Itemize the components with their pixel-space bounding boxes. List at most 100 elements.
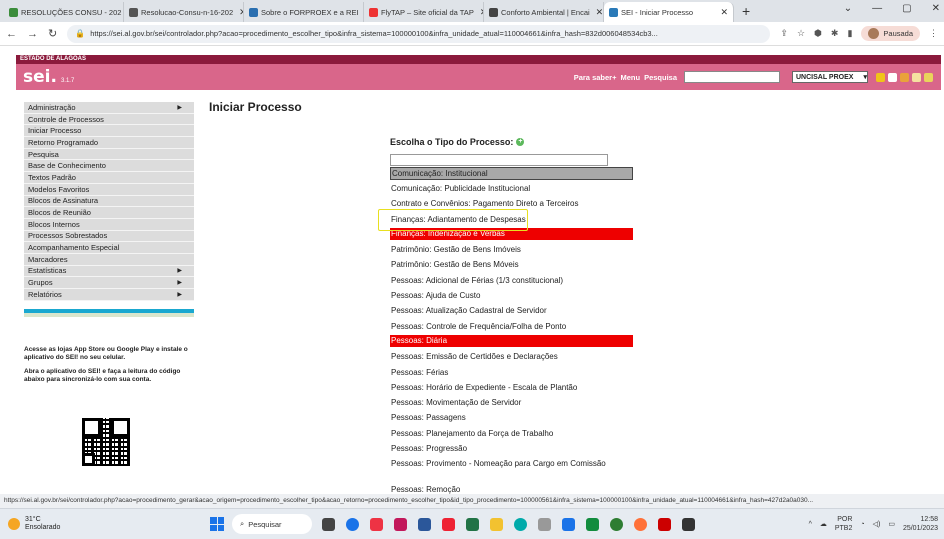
app-icon[interactable] <box>562 517 575 531</box>
share-icon[interactable]: ⇪ <box>780 28 788 39</box>
word-icon[interactable] <box>418 517 431 531</box>
process-type-option[interactable]: Pessoas: Progressão <box>390 442 650 457</box>
taskbar-search[interactable]: ⌕ Pesquisar <box>232 514 312 534</box>
sei-logo[interactable]: sei. <box>23 67 57 87</box>
app-icon[interactable] <box>658 517 671 531</box>
sidebar-item[interactable]: Blocos de Reunião <box>24 207 194 219</box>
process-type-option[interactable]: Patrimônio: Gestão de Bens Imóveis <box>390 243 650 258</box>
menu-dots-icon[interactable]: ⋮ <box>929 28 938 39</box>
battery-icon[interactable]: ▭ <box>888 520 895 528</box>
sidebar-item[interactable]: Base de Conhecimento <box>24 160 194 173</box>
edge-icon[interactable] <box>514 517 527 531</box>
search-input[interactable] <box>684 71 780 83</box>
process-type-option[interactable]: Pessoas: Adicional de Férias (1/3 consti… <box>390 274 650 289</box>
process-type-option[interactable]: Pessoas: Passagens <box>390 411 650 426</box>
forward-icon[interactable]: → <box>27 28 38 40</box>
close-tab-icon[interactable]: ✕ <box>236 7 243 18</box>
notes-icon[interactable] <box>888 72 897 82</box>
new-tab-icon[interactable]: + <box>734 3 758 22</box>
close-tab-icon[interactable]: ✕ <box>477 7 483 18</box>
url-field[interactable]: 🔒 https://sei.al.gov.br/sei/controlador.… <box>67 24 771 43</box>
sidebar-item[interactable]: Estatísticas ▶ <box>24 265 194 278</box>
close-icon[interactable]: ✕ <box>932 3 940 14</box>
chrome-icon[interactable] <box>346 517 359 531</box>
pesquisa-link[interactable]: Pesquisa <box>644 73 677 82</box>
user-icon[interactable] <box>900 72 909 82</box>
volume-icon[interactable]: ◁) <box>873 520 881 528</box>
process-type-option[interactable]: Pessoas: Férias <box>390 366 650 381</box>
browser-tab[interactable]: Resolucao-Consu-n-16-202✕ <box>124 2 244 22</box>
browser-tab[interactable]: Sobre o FORPROEX e a REI✕ <box>244 2 364 22</box>
sidebar-icon[interactable]: ▮ <box>847 28 852 39</box>
sidebar-item[interactable]: Administração ▶ <box>24 102 194 114</box>
tools-icon[interactable] <box>912 72 921 82</box>
grid-icon[interactable] <box>876 72 885 82</box>
process-type-option[interactable]: Patrimônio: Gestão de Bens Móveis <box>390 258 650 273</box>
sidebar-item[interactable]: Pesquisa <box>24 148 194 161</box>
exit-icon[interactable] <box>924 72 933 82</box>
app-icon[interactable] <box>370 517 383 531</box>
process-type-option[interactable]: Pessoas: Remoção <box>390 483 650 494</box>
sidebar-item[interactable]: Controle de Processos <box>24 113 194 126</box>
star-icon[interactable]: ☆ <box>797 28 805 39</box>
folder-icon[interactable] <box>490 517 503 531</box>
process-type-option[interactable]: Pessoas: Diária <box>390 334 633 347</box>
process-filter-input[interactable] <box>390 154 608 166</box>
browser-tab[interactable]: SEI - Iniciar Processo ✕ <box>604 2 734 22</box>
process-type-option[interactable]: Comunicação: Publicidade Institucional <box>390 182 650 197</box>
chevron-up-icon[interactable]: ^ <box>809 521 812 528</box>
task-view-icon[interactable] <box>322 517 335 531</box>
excel-icon[interactable] <box>466 517 479 531</box>
sidebar-item[interactable]: Textos Padrão <box>24 172 194 184</box>
app-icon[interactable] <box>394 517 407 531</box>
sidebar-item[interactable]: Retorno Programado <box>24 137 194 149</box>
wifi-icon[interactable]: ◔ <box>860 521 864 528</box>
app-icon[interactable] <box>442 517 455 531</box>
profile-button[interactable]: Pausada <box>861 26 920 41</box>
sidebar-item[interactable]: Blocos Internos <box>24 218 194 231</box>
process-type-option[interactable]: Pessoas: Atualização Cadastral de Servid… <box>390 304 650 319</box>
plus-icon[interactable]: + <box>516 138 525 146</box>
clock-time[interactable]: 12:58 <box>903 515 938 524</box>
sidebar-item[interactable]: Processos Sobrestados <box>24 230 194 243</box>
unit-select[interactable]: UNCISAL PROEX ▾ <box>792 71 868 83</box>
process-type-option[interactable]: Comunicação: Institucional <box>390 167 633 180</box>
process-type-option[interactable]: Pessoas: Movimentação de Servidor <box>390 396 650 411</box>
browser-tab[interactable]: RESOLUÇÕES CONSU - 202✕ <box>4 2 124 22</box>
weather-widget[interactable]: 31°C Ensolarado <box>0 516 210 532</box>
browser-tab[interactable]: Conforto Ambiental | Encai ✕ <box>484 2 604 22</box>
extension-icon[interactable]: ⬢ <box>814 28 822 39</box>
process-type-option[interactable]: Pessoas: Horário de Expediente - Escala … <box>390 381 650 396</box>
app-icon[interactable] <box>586 517 599 531</box>
firefox-icon[interactable] <box>634 517 647 531</box>
sidebar-item[interactable]: Blocos de Assinatura <box>24 195 194 208</box>
menu-link[interactable]: Menu <box>620 73 640 82</box>
sidebar-item[interactable]: Relatórios ▶ <box>24 289 194 301</box>
chevron-down-icon[interactable]: ⌄ <box>844 3 852 14</box>
close-tab-icon[interactable]: ✕ <box>593 7 603 18</box>
browser-tab[interactable]: FlyTAP – Site oficial da TAP✕ <box>364 2 484 22</box>
sidebar-item[interactable]: Marcadores <box>24 253 194 266</box>
windows-start-icon[interactable] <box>210 517 224 531</box>
para-saber-link[interactable]: Para saber+ <box>574 73 617 82</box>
minimize-icon[interactable]: — <box>872 3 882 14</box>
sidebar-item[interactable]: Acompanhamento Especial <box>24 242 194 254</box>
process-type-option[interactable]: Pessoas: Provimento - Nomeação para Carg… <box>390 457 650 483</box>
process-type-option[interactable]: Pessoas: Controle de Frequência/Folha de… <box>390 320 650 335</box>
back-icon[interactable]: ← <box>6 28 17 40</box>
whatsapp-icon[interactable] <box>610 517 623 531</box>
clock-date[interactable]: 25/01/2023 <box>903 524 938 533</box>
close-tab-icon[interactable]: ✕ <box>717 7 728 18</box>
maximize-icon[interactable]: ▢ <box>902 3 911 14</box>
sidebar-item[interactable]: Grupos ▶ <box>24 277 194 289</box>
cloud-icon[interactable]: ☁ <box>820 520 827 528</box>
process-type-option[interactable]: Pessoas: Planejamento da Força de Trabal… <box>390 427 650 442</box>
reload-icon[interactable]: ↻ <box>48 27 57 40</box>
sidebar-item[interactable]: Modelos Favoritos <box>24 183 194 196</box>
puzzle-icon[interactable]: ✱ <box>831 28 839 39</box>
process-type-option[interactable]: Pessoas: Ajuda de Custo <box>390 289 650 304</box>
sidebar-item[interactable]: Iniciar Processo <box>24 125 194 138</box>
app-icon[interactable] <box>682 517 695 531</box>
process-type-option[interactable]: Pessoas: Emissão de Certidões e Declaraç… <box>390 350 650 365</box>
app-icon[interactable] <box>538 517 551 531</box>
